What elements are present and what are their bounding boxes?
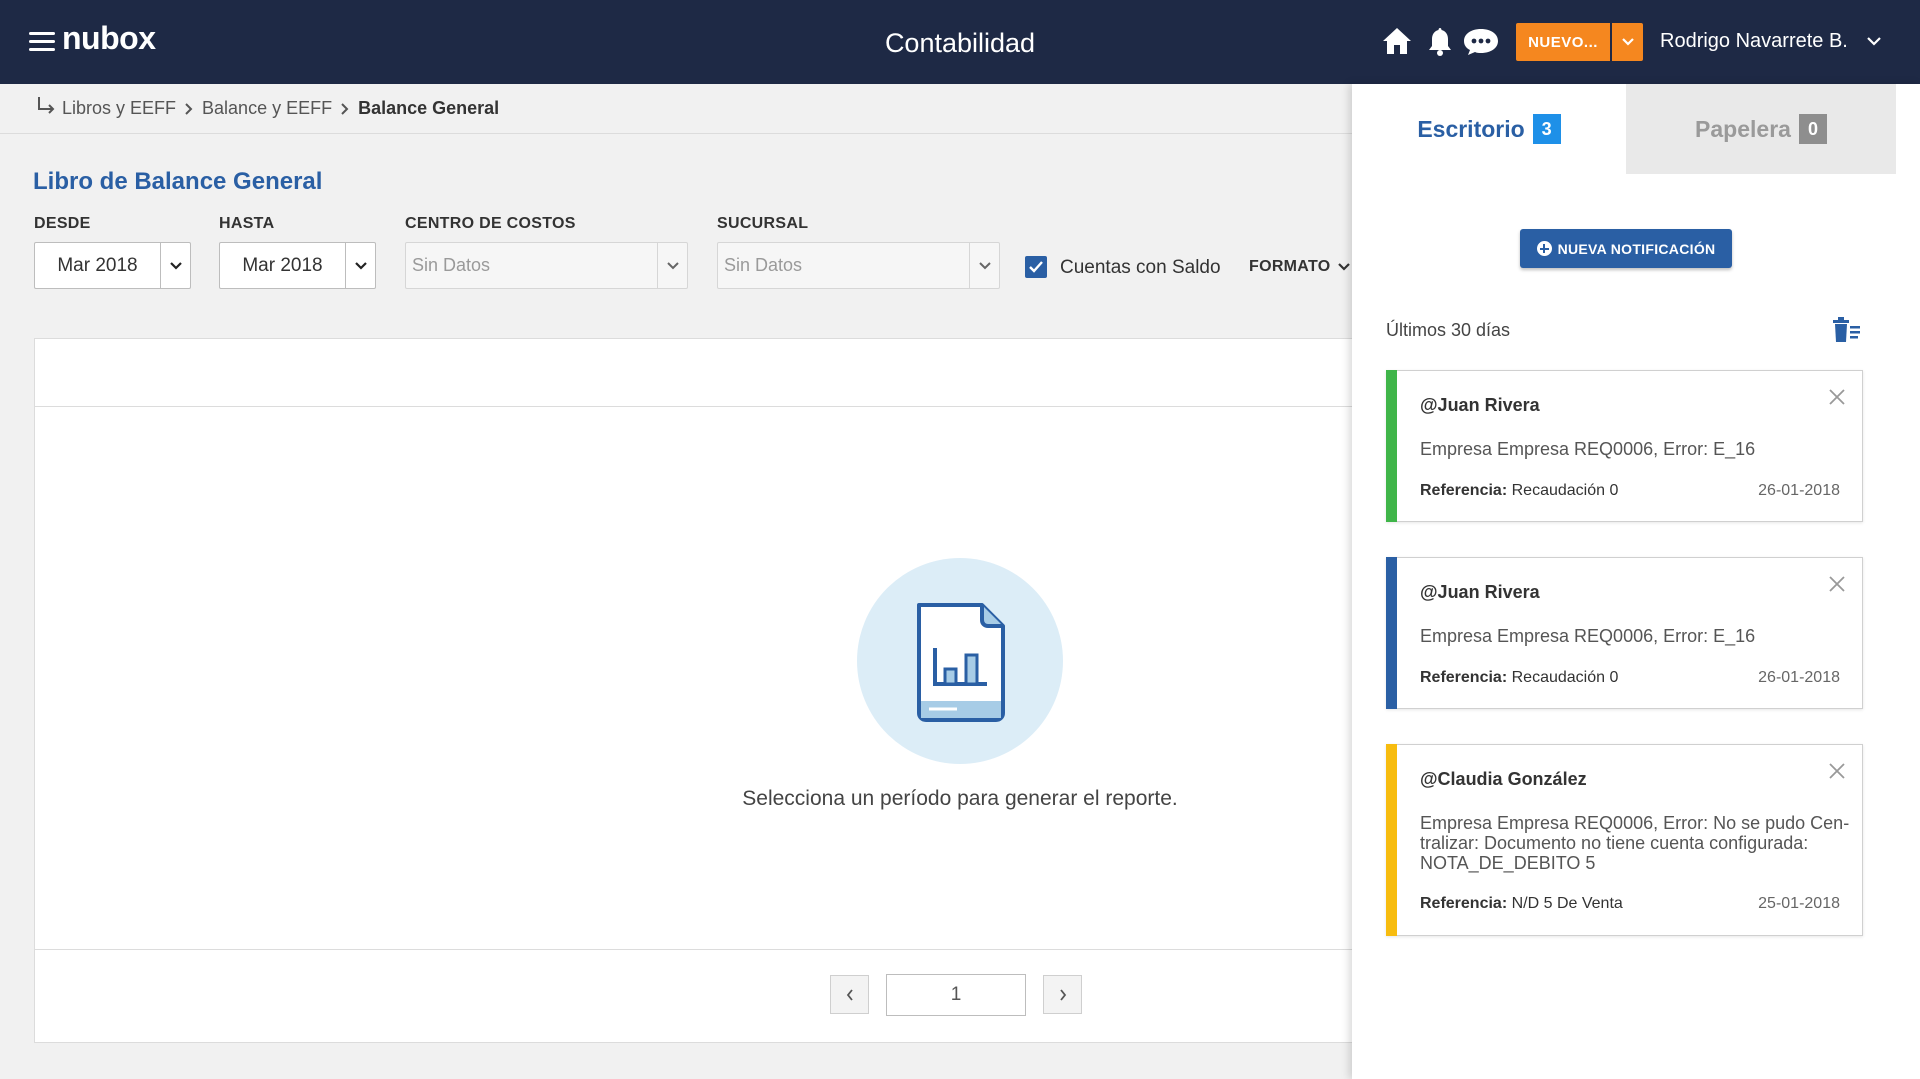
report-card: Selecciona un período para generar el re… xyxy=(34,338,1364,1043)
notification-message: Empresa Empresa REQ0006, Error: E_16 xyxy=(1420,626,1756,646)
breadcrumb: Libros y EEFF Balance y EEFF Balance Gen… xyxy=(0,84,1352,134)
report-document-icon xyxy=(917,603,1005,722)
sucursal-value: Sin Datos xyxy=(724,255,803,275)
next-page-button[interactable] xyxy=(1043,975,1082,1014)
notification-message: Empresa Empresa REQ0006, Error: No se pu… xyxy=(1420,813,1850,873)
new-notification-label: NUEVA NOTIFICACIÓN xyxy=(1557,240,1716,257)
chevron-down-icon xyxy=(160,243,190,288)
chevron-left-icon xyxy=(846,988,853,1001)
notification-reference: Referencia: Recaudación 0 xyxy=(1420,482,1619,499)
desde-value: Mar 2018 xyxy=(57,254,138,276)
cuentas-saldo-label[interactable]: Cuentas con Saldo xyxy=(1060,257,1221,279)
checkmark-icon xyxy=(1029,261,1043,273)
breadcrumb-item[interactable]: Libros y EEFF xyxy=(62,98,176,119)
plus-circle-icon xyxy=(1536,241,1552,256)
centro-costos-select[interactable]: Sin Datos xyxy=(405,242,688,289)
count-badge: 0 xyxy=(1798,114,1827,144)
desde-label: DESDE xyxy=(34,215,91,232)
breadcrumb-current: Balance General xyxy=(358,98,500,118)
prev-page-button[interactable] xyxy=(830,975,869,1014)
desde-select[interactable]: Mar 2018 xyxy=(34,242,191,289)
chevron-right-icon xyxy=(184,102,194,116)
close-icon[interactable] xyxy=(1828,575,1846,593)
card-footer-divider xyxy=(35,949,1363,950)
notification-card[interactable]: @Juan Rivera Empresa Empresa REQ0006, Er… xyxy=(1386,557,1863,709)
centro-costos-label: CENTRO DE COSTOS xyxy=(405,215,576,232)
page-title: Libro de Balance General xyxy=(33,168,323,195)
notification-date: 26-01-2018 xyxy=(1758,482,1840,499)
notification-reference: Referencia: Recaudación 0 xyxy=(1420,669,1619,686)
hasta-value: Mar 2018 xyxy=(242,254,323,276)
bell-icon[interactable] xyxy=(1423,24,1457,58)
nubox-logo[interactable]: nubox xyxy=(62,20,156,57)
chevron-down-icon xyxy=(1621,38,1634,46)
tab-label: Escritorio xyxy=(1417,115,1525,142)
hasta-label: HASTA xyxy=(219,215,275,232)
period-label: Últimos 30 días xyxy=(1386,320,1511,340)
trash-list-icon[interactable] xyxy=(1832,317,1862,343)
close-icon[interactable] xyxy=(1828,762,1846,780)
new-dropdown-toggle[interactable] xyxy=(1612,23,1643,61)
close-icon[interactable] xyxy=(1828,388,1846,406)
chevron-down-icon xyxy=(657,243,687,288)
tab-escritorio[interactable]: Escritorio 3 xyxy=(1352,84,1626,174)
top-bar: nubox Contabilidad NUEVO... Rodrigo Nava… xyxy=(0,0,1920,84)
breadcrumb-item[interactable]: Balance y EEFF xyxy=(202,98,332,119)
report-header xyxy=(35,339,1363,407)
centro-costos-value: Sin Datos xyxy=(412,255,491,275)
new-notification-button[interactable]: NUEVA NOTIFICACIÓN xyxy=(1520,229,1732,268)
chevron-down-icon xyxy=(1337,263,1350,271)
home-icon[interactable] xyxy=(1380,24,1414,58)
notification-card[interactable]: @Claudia González Empresa Empresa REQ000… xyxy=(1386,744,1863,936)
notification-date: 25-01-2018 xyxy=(1758,895,1840,912)
sucursal-select[interactable]: Sin Datos xyxy=(717,242,1000,289)
hasta-select[interactable]: Mar 2018 xyxy=(219,242,376,289)
notification-author: @Juan Rivera xyxy=(1420,395,1540,415)
notification-author: @Juan Rivera xyxy=(1420,582,1540,602)
notification-status-bar xyxy=(1386,744,1397,936)
notification-reference: Referencia: N/D 5 De Venta xyxy=(1420,895,1623,912)
notification-card[interactable]: @Juan Rivera Empresa Empresa REQ0006, Er… xyxy=(1386,370,1863,522)
chevron-down-icon xyxy=(969,243,999,288)
tab-label: Papelera xyxy=(1695,115,1791,142)
user-menu[interactable]: Rodrigo Navarrete B. xyxy=(1660,30,1848,53)
chevron-right-icon xyxy=(340,102,350,116)
notification-status-bar xyxy=(1386,370,1397,522)
return-arrow-icon xyxy=(38,96,55,114)
count-badge: 3 xyxy=(1532,114,1561,144)
formato-dropdown[interactable]: FORMATO xyxy=(1249,258,1351,276)
notification-status-bar xyxy=(1386,557,1397,709)
empty-state-illustration xyxy=(857,558,1063,764)
new-button[interactable]: NUEVO... xyxy=(1516,23,1610,61)
notification-panel: Escritorio 3 Papelera 0 NUEVA NOTIFICACI… xyxy=(1352,84,1920,1079)
chevron-down-icon[interactable] xyxy=(1865,35,1883,49)
menu-icon[interactable] xyxy=(29,32,55,52)
sucursal-label: SUCURSAL xyxy=(717,215,809,232)
chat-icon[interactable] xyxy=(1461,24,1501,58)
chevron-right-icon xyxy=(1059,988,1066,1001)
cuentas-saldo-checkbox[interactable] xyxy=(1025,256,1047,278)
chevron-down-icon xyxy=(345,243,375,288)
tab-papelera[interactable]: Papelera 0 xyxy=(1626,84,1896,174)
notification-author: @Claudia González xyxy=(1420,769,1587,789)
page-number-input[interactable] xyxy=(886,974,1026,1016)
notification-date: 26-01-2018 xyxy=(1758,669,1840,686)
notification-message: Empresa Empresa REQ0006, Error: E_16 xyxy=(1420,439,1756,459)
formato-label: FORMATO xyxy=(1249,258,1331,275)
